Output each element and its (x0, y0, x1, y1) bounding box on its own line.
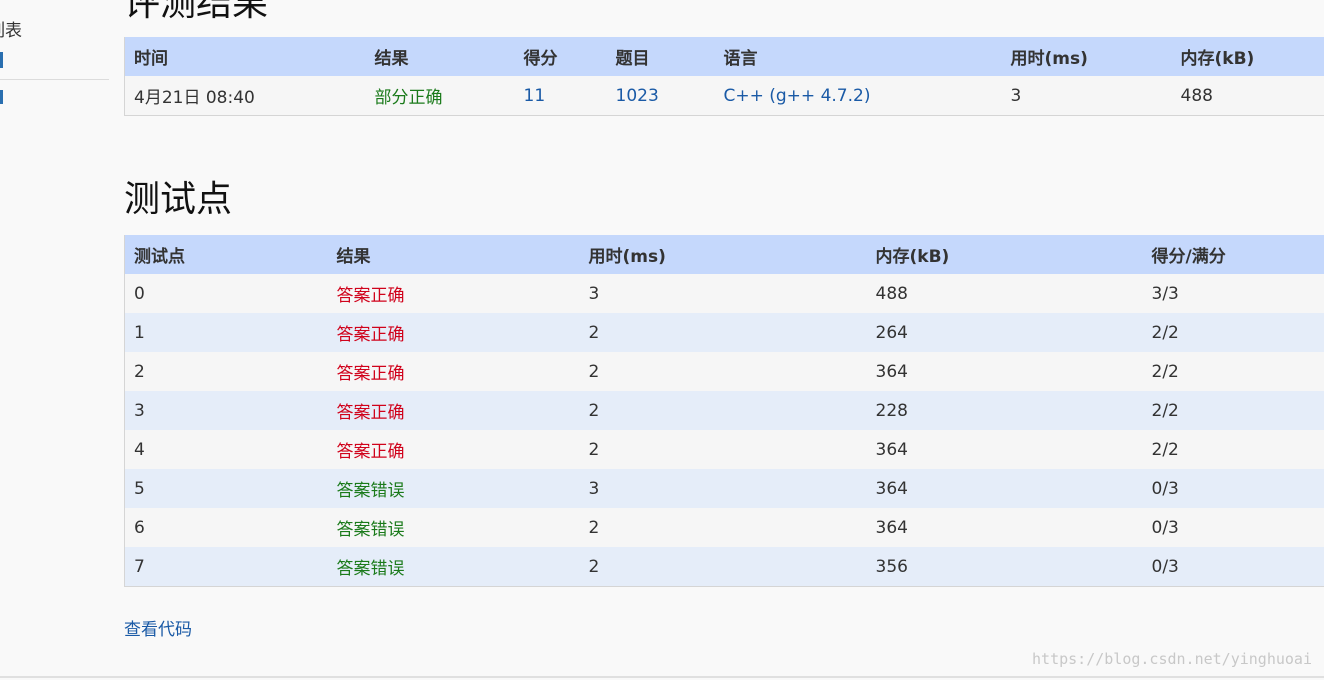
test-score: 2/2 (1142, 430, 1324, 469)
test-result: 答案错误 (327, 547, 580, 587)
test-id: 1 (124, 313, 328, 352)
test-result: 答案错误 (327, 469, 580, 508)
test-result: 答案正确 (327, 430, 580, 469)
test-score: 2/2 (1142, 391, 1324, 430)
result-table-header: 时间 结果 得分 题目 语言 用时(ms) 内存(kB) (124, 37, 1324, 76)
test-id: 7 (124, 547, 328, 587)
col-header-test-memory: 内存(kB) (866, 235, 1143, 274)
test-time-ms: 3 (579, 274, 867, 313)
test-id: 4 (124, 430, 328, 469)
sidebar-item-list[interactable]: 列表 (0, 16, 22, 41)
table-row: 6 答案错误 2 364 0/3 (124, 508, 1324, 547)
test-result: 答案错误 (327, 508, 580, 547)
test-time-ms: 2 (579, 547, 867, 587)
submission-score-link[interactable]: 11 (514, 76, 607, 116)
submission-time: 4月21日 08:40 (124, 76, 366, 116)
col-header-time-ms: 用时(ms) (1001, 37, 1172, 76)
tests-table-header: 测试点 结果 用时(ms) 内存(kB) 得分/满分 (124, 235, 1324, 274)
watermark: https://blog.csdn.net/yinghuoai (1032, 650, 1312, 668)
col-header-score: 得分 (514, 37, 607, 76)
submission-memory: 488 (1171, 76, 1324, 116)
language-link[interactable]: C++ (g++ 4.7.2) (714, 76, 1002, 116)
sidebar-item-active-marker[interactable] (0, 52, 3, 68)
tests-table: 测试点 结果 用时(ms) 内存(kB) 得分/满分 0 答案正确 3 488 3/3 1… (124, 235, 1324, 587)
table-row: 7 答案错误 2 356 0/3 (124, 547, 1324, 587)
col-header-test-score: 得分/满分 (1142, 235, 1324, 274)
test-memory: 264 (866, 313, 1143, 352)
tests-table-body: 0 答案正确 3 488 3/3 1 答案正确 2 264 2/2 2 答案正确 2 364 2/2 3 答案正… (124, 274, 1324, 587)
test-id: 3 (124, 391, 328, 430)
col-header-time: 时间 (124, 37, 366, 76)
test-id: 6 (124, 508, 328, 547)
table-row: 1 答案正确 2 264 2/2 (124, 313, 1324, 352)
col-header-result: 结果 (365, 37, 515, 76)
test-time-ms: 2 (579, 508, 867, 547)
col-header-problem: 题目 (606, 37, 715, 76)
table-row: 3 答案正确 2 228 2/2 (124, 391, 1324, 430)
test-memory: 228 (866, 391, 1143, 430)
result-table: 时间 结果 得分 题目 语言 用时(ms) 内存(kB) 4月21日 08:40… (124, 37, 1324, 116)
submission-time-ms: 3 (1001, 76, 1172, 116)
test-id: 0 (124, 274, 328, 313)
test-memory: 364 (866, 352, 1143, 391)
problem-link[interactable]: 1023 (606, 76, 715, 116)
test-time-ms: 2 (579, 391, 867, 430)
test-time-ms: 3 (579, 469, 867, 508)
bottom-divider (0, 676, 1324, 678)
test-result: 答案正确 (327, 352, 580, 391)
test-score: 0/3 (1142, 469, 1324, 508)
table-row: 5 答案错误 3 364 0/3 (124, 469, 1324, 508)
submission-result: 部分正确 (365, 76, 515, 116)
test-time-ms: 2 (579, 352, 867, 391)
test-id: 5 (124, 469, 328, 508)
test-score: 0/3 (1142, 547, 1324, 587)
test-score: 2/2 (1142, 352, 1324, 391)
test-time-ms: 2 (579, 430, 867, 469)
sidebar-divider (0, 79, 109, 80)
test-score: 0/3 (1142, 508, 1324, 547)
test-memory: 356 (866, 547, 1143, 587)
result-heading: 评测结果 (124, 0, 269, 24)
test-score: 3/3 (1142, 274, 1324, 313)
test-memory: 364 (866, 430, 1143, 469)
view-code-link[interactable]: 查看代码 (124, 615, 192, 640)
sidebar-item-marker[interactable] (0, 90, 3, 104)
col-header-test-result: 结果 (327, 235, 580, 274)
result-row: 4月21日 08:40 部分正确 11 1023 C++ (g++ 4.7.2)… (124, 76, 1324, 116)
test-result: 答案正确 (327, 391, 580, 430)
table-row: 4 答案正确 2 364 2/2 (124, 430, 1324, 469)
test-memory: 488 (866, 274, 1143, 313)
col-header-test-id: 测试点 (124, 235, 328, 274)
table-row: 0 答案正确 3 488 3/3 (124, 274, 1324, 313)
test-score: 2/2 (1142, 313, 1324, 352)
test-id: 2 (124, 352, 328, 391)
test-result: 答案正确 (327, 274, 580, 313)
col-header-language: 语言 (714, 37, 1002, 76)
table-row: 2 答案正确 2 364 2/2 (124, 352, 1324, 391)
tests-heading: 测试点 (124, 179, 233, 220)
col-header-memory: 内存(kB) (1171, 37, 1324, 76)
test-time-ms: 2 (579, 313, 867, 352)
col-header-test-time: 用时(ms) (579, 235, 867, 274)
test-memory: 364 (866, 469, 1143, 508)
test-memory: 364 (866, 508, 1143, 547)
page: 列表 评测结果 时间 结果 得分 题目 语言 用时(ms) 内存(kB) 4月2… (0, 0, 1324, 680)
test-result: 答案正确 (327, 313, 580, 352)
